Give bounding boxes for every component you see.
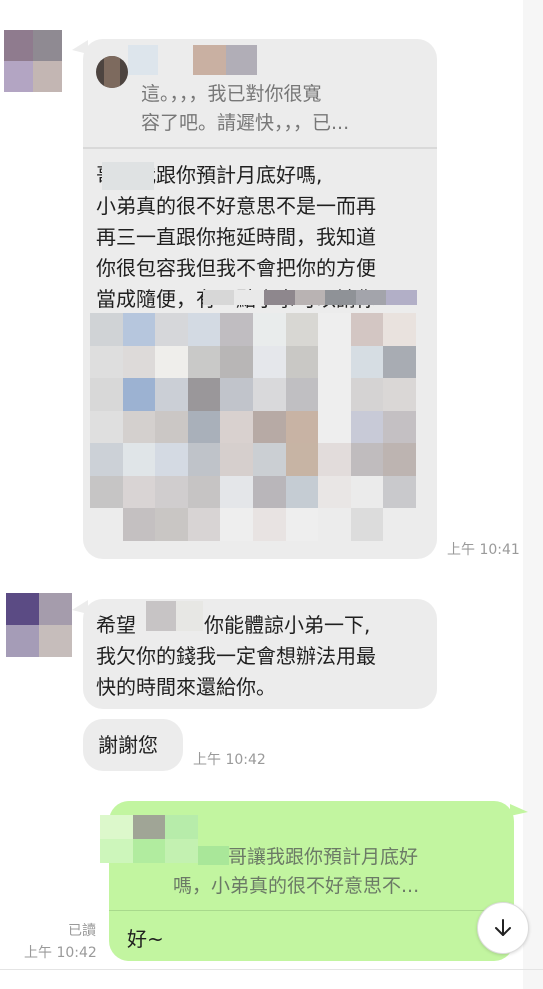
quote-divider (109, 910, 514, 911)
pixelated-word (198, 846, 229, 865)
avatar[interactable] (4, 30, 62, 92)
quoted-message-line: 容了吧。請遲快，，，已... (141, 112, 350, 134)
arrow-down-icon (495, 919, 511, 936)
message-text-line: 再三一直跟你拖延時間，我知道 (96, 225, 376, 249)
quoted-message-line: 這。，，，我已對你很寬 (141, 83, 322, 105)
scroll-to-bottom-button[interactable] (477, 902, 529, 954)
message-text-line: 你很包容我但我不會把你的方便 (96, 256, 376, 280)
pixelated-name (193, 45, 226, 75)
pixelated-image[interactable] (90, 313, 416, 541)
pixelated-word (102, 162, 154, 190)
pixelated-word (176, 601, 203, 631)
message-text: 好~ (127, 927, 164, 951)
message-time: 上午 10:42 (193, 752, 266, 768)
pixelated-word (146, 601, 176, 631)
quoted-sender-avatar (100, 815, 198, 863)
quote-divider (83, 147, 437, 149)
quoted-message-line: 哥讓我跟你預計月底好 (228, 846, 419, 868)
chat-window: 這。，，，我已對你很寬 容了吧。請遲快，，，已... 哥讓我跟你預計月底好嗎, … (0, 0, 543, 989)
message-time: 上午 10:41 (447, 542, 520, 558)
quoted-sender-avatar (96, 56, 128, 88)
bubble-tail (510, 804, 528, 816)
right-edge-strip (523, 0, 543, 989)
pixelated-name (226, 45, 257, 75)
pixelated-name (128, 45, 158, 75)
read-receipt: 已讀 (68, 923, 96, 939)
message-text-line: 小弟真的很不好意思不是一而再 (96, 194, 376, 218)
message-text-fragment: 你能體諒小弟一下, (204, 613, 371, 637)
message-text-line: 希望 (96, 613, 136, 637)
bottom-divider (0, 969, 543, 970)
message-time: 上午 10:42 (24, 945, 97, 961)
message-text-line: 快的時間來還給你。 (96, 675, 276, 699)
pixelated-text-strip (203, 290, 418, 305)
quoted-message-line: 嗎，小弟真的很不好意思不... (173, 875, 420, 897)
message-text-line: 我欠你的錢我一定會想辦法用最 (96, 644, 376, 668)
bubble-tail (72, 600, 88, 614)
bubble-tail (72, 40, 88, 54)
avatar[interactable] (6, 593, 72, 657)
message-text: 謝謝您 (98, 733, 158, 757)
